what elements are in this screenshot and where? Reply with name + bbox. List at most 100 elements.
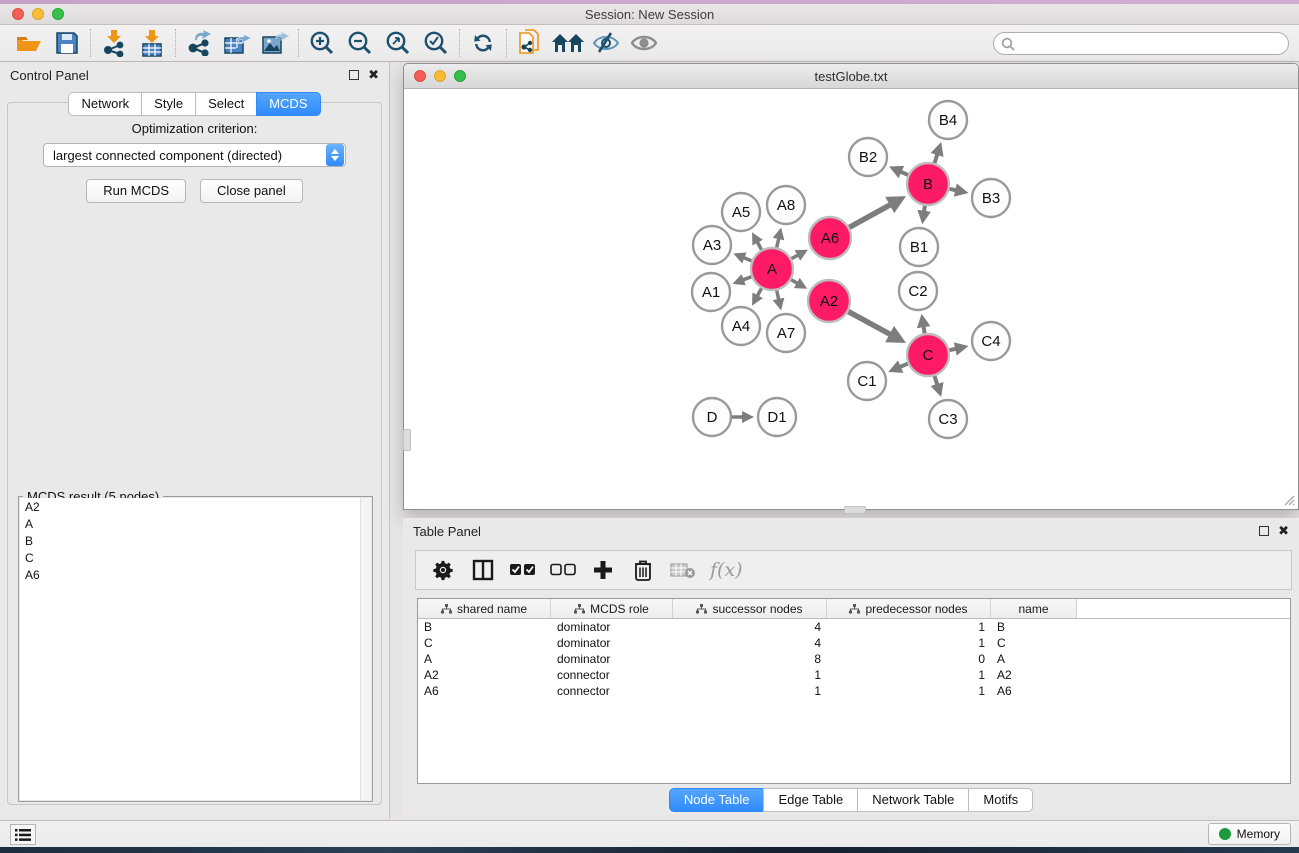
select-all-columns-button[interactable] [510, 557, 536, 583]
node-D1[interactable]: D1 [758, 398, 796, 436]
node-C[interactable]: C [907, 334, 949, 376]
criterion-dropdown[interactable]: largest connected component (directed) [43, 143, 346, 167]
column-header-name[interactable]: name [991, 599, 1077, 618]
node-B1[interactable]: B1 [900, 228, 938, 266]
run-mcds-button[interactable]: Run MCDS [86, 179, 186, 203]
show-home-networks-button[interactable] [551, 28, 585, 58]
create-column-button[interactable] [590, 557, 616, 583]
node-A6[interactable]: A6 [809, 217, 851, 259]
node-B3[interactable]: B3 [972, 179, 1010, 217]
edge-C-C1[interactable] [899, 364, 908, 368]
mcds-result-item[interactable]: C [20, 549, 371, 566]
node-C3[interactable]: C3 [929, 400, 967, 438]
column-header-MCDS-role[interactable]: MCDS role [551, 599, 673, 618]
network-window-titlebar[interactable]: testGlobe.txt [404, 64, 1298, 89]
node-C4[interactable]: C4 [972, 322, 1010, 360]
unselect-all-columns-button[interactable] [550, 557, 576, 583]
node-A2[interactable]: A2 [808, 280, 850, 322]
edge-B-B4[interactable] [935, 153, 938, 163]
node-C2[interactable]: C2 [899, 272, 937, 310]
node-B4[interactable]: B4 [929, 101, 967, 139]
import-table-button[interactable] [135, 28, 169, 58]
mcds-result-item[interactable]: A2 [20, 498, 371, 515]
edge-A6-B[interactable] [849, 204, 892, 228]
resize-grip-icon[interactable] [1281, 492, 1295, 506]
close-panel-button[interactable]: Close panel [200, 179, 303, 203]
show-column-button[interactable] [470, 557, 496, 583]
search-field[interactable] [993, 32, 1289, 55]
column-header-successor-nodes[interactable]: successor nodes [673, 599, 827, 618]
horizontal-split-handle[interactable] [844, 506, 866, 514]
node-D[interactable]: D [693, 398, 731, 436]
zoom-selected-button[interactable] [419, 28, 453, 58]
mcds-result-item[interactable]: A6 [20, 566, 371, 583]
tab-network[interactable]: Network [68, 92, 141, 116]
hide-selected-button[interactable] [589, 28, 623, 58]
node-A7[interactable]: A7 [767, 314, 805, 352]
table-row[interactable]: A2connector11A2 [418, 667, 1290, 683]
function-builder-button[interactable]: f(x) [710, 557, 743, 583]
edge-A-A2[interactable] [791, 280, 798, 284]
export-image-button[interactable] [258, 28, 292, 58]
edge-A-A4[interactable] [757, 288, 762, 297]
zoom-out-button[interactable] [343, 28, 377, 58]
column-header-predecessor-nodes[interactable]: predecessor nodes [827, 599, 991, 618]
export-table-button[interactable] [220, 28, 254, 58]
edge-A-A8[interactable] [777, 237, 779, 247]
edge-B-B1[interactable] [924, 206, 925, 213]
tab-node-table[interactable]: Node Table [669, 788, 764, 812]
delete-column-button[interactable] [630, 557, 656, 583]
node-A[interactable]: A [751, 248, 793, 290]
vertical-split-handle[interactable] [403, 429, 411, 451]
edge-A2-C[interactable] [848, 312, 892, 336]
table-settings-button[interactable] [430, 557, 456, 583]
memory-button[interactable]: Memory [1208, 823, 1291, 845]
node-A5[interactable]: A5 [722, 193, 760, 231]
tab-motifs[interactable]: Motifs [968, 788, 1033, 812]
float-panel-icon[interactable] [349, 70, 359, 80]
table-row[interactable]: Bdominator41B [418, 619, 1290, 635]
refresh-button[interactable] [466, 28, 500, 58]
zoom-in-button[interactable] [305, 28, 339, 58]
edge-A-A6[interactable] [791, 255, 799, 259]
import-network-button[interactable] [97, 28, 131, 58]
show-panels-button[interactable] [10, 824, 36, 845]
save-session-button[interactable] [50, 28, 84, 58]
tab-style[interactable]: Style [141, 92, 195, 116]
table-row[interactable]: Adominator80A [418, 651, 1290, 667]
tab-select[interactable]: Select [195, 92, 256, 116]
mcds-result-list[interactable]: A2ABCA6 [20, 498, 371, 800]
edge-C-C3[interactable] [935, 376, 938, 386]
node-A1[interactable]: A1 [692, 273, 730, 311]
open-session-button[interactable] [12, 28, 46, 58]
node-table[interactable]: shared nameMCDS rolesuccessor nodesprede… [417, 598, 1291, 784]
node-C1[interactable]: C1 [848, 362, 886, 400]
close-table-panel-icon[interactable]: ✖ [1278, 526, 1289, 536]
search-input[interactable] [1015, 35, 1288, 53]
edge-A-A5[interactable] [757, 241, 762, 250]
tab-network-table[interactable]: Network Table [857, 788, 968, 812]
node-B[interactable]: B [907, 163, 949, 205]
table-row[interactable]: A6connector11A6 [418, 683, 1290, 699]
edge-A-A3[interactable] [743, 257, 752, 261]
node-A3[interactable]: A3 [693, 226, 731, 264]
node-A8[interactable]: A8 [767, 186, 805, 224]
tab-mcds[interactable]: MCDS [256, 92, 320, 116]
mcds-result-item[interactable]: B [20, 532, 371, 549]
edge-B-B2[interactable] [900, 171, 908, 175]
edge-A-A7[interactable] [777, 290, 779, 300]
column-header-shared-name[interactable]: shared name [418, 599, 551, 618]
node-B2[interactable]: B2 [849, 138, 887, 176]
zoom-fit-button[interactable] [381, 28, 415, 58]
delete-table-button[interactable] [670, 557, 696, 583]
network-graph[interactable]: A A1 A2 A3 A4 A5 A6 A7 A8 B B1 B2 B3 B4 C C1 C2 C3 C4 D D1 [405, 89, 1297, 508]
float-table-panel-icon[interactable] [1259, 526, 1269, 536]
node-A4[interactable]: A4 [722, 307, 760, 345]
edge-C-C2[interactable] [923, 325, 924, 333]
edge-A-A1[interactable] [742, 277, 751, 281]
edge-C-C4[interactable] [949, 349, 957, 351]
export-network-button[interactable] [182, 28, 216, 58]
table-row[interactable]: Cdominator41C [418, 635, 1290, 651]
mcds-result-item[interactable]: A [20, 515, 371, 532]
network-canvas[interactable]: A A1 A2 A3 A4 A5 A6 A7 A8 B B1 B2 B3 B4 C C1 C2 C3 C4 D D1 [405, 89, 1297, 508]
